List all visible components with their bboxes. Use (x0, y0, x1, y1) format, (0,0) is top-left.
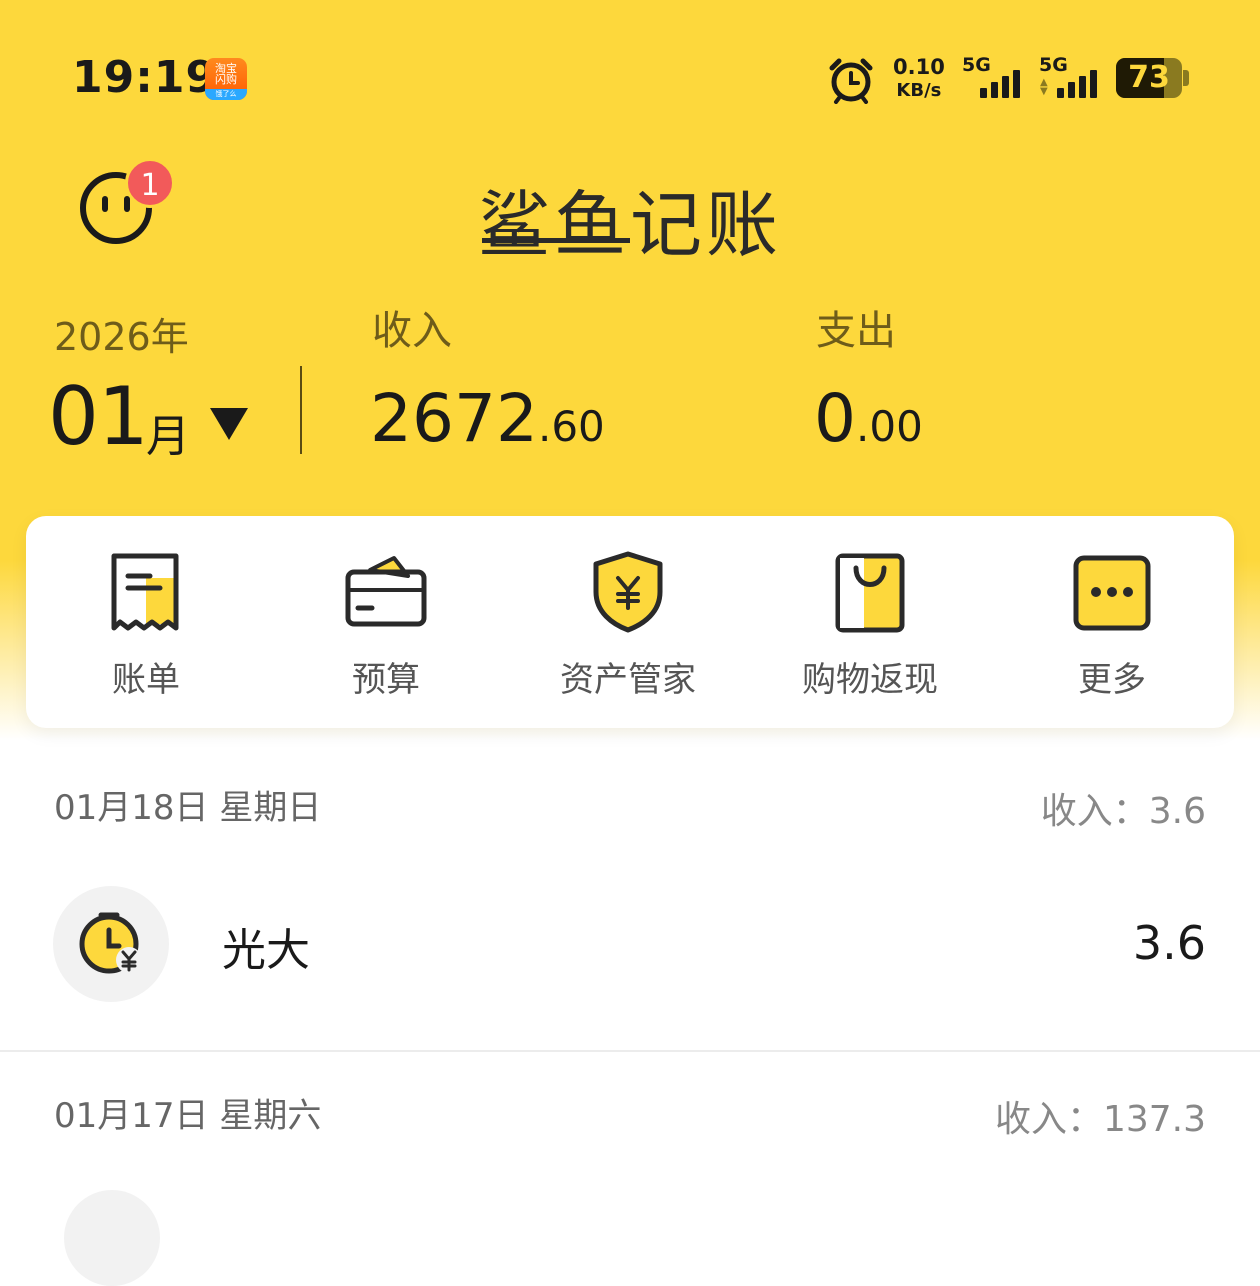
menu-label-bill: 账单 (112, 660, 180, 700)
transaction-amount: 3.6 (1132, 916, 1206, 970)
shopping-bag-icon (835, 553, 905, 633)
more-icon (1073, 555, 1151, 631)
transaction-name: 光大 (222, 925, 310, 976)
clock-yen-icon (53, 886, 169, 1002)
taobao-notification-icon: 淘宝 闪购 饿了么 (205, 58, 247, 100)
bill-icon (111, 553, 179, 631)
menu-item-bill[interactable]: 账单 (26, 550, 266, 701)
month-selector[interactable]: 01 (48, 370, 149, 463)
menu-label-more: 更多 (1078, 660, 1146, 700)
title-underline (482, 238, 630, 243)
menu-label-budget: 预算 (352, 660, 420, 700)
year-label: 2026年 (54, 315, 189, 359)
menu-item-assets[interactable]: 资产管家 (508, 550, 748, 701)
app-title: 鲨鱼记账 (478, 183, 783, 267)
day-summary: 收入：137.3 (994, 1099, 1206, 1140)
income-label: 收入 (372, 308, 452, 354)
menu-item-budget[interactable]: 预算 (266, 550, 506, 701)
menu-label-shopping: 购物返现 (802, 660, 938, 700)
shield-yen-icon (593, 551, 663, 633)
quick-menu-card: 账单 预算 资产管家 购物返现 更多 (26, 516, 1234, 728)
income-value: 2672.60 (370, 380, 605, 457)
summary-divider (300, 366, 302, 454)
signal-icon-sim2: 5G ▲ ▼ (1039, 54, 1109, 100)
income-decimal: .60 (537, 402, 605, 451)
menu-item-more[interactable]: 更多 (992, 550, 1232, 701)
battery-tip (1183, 70, 1189, 86)
expense-integer: 0 (814, 380, 856, 457)
expense-label: 支出 (816, 308, 896, 354)
taobao-badge-bottom: 饿了么 (205, 89, 247, 100)
menu-label-assets: 资产管家 (560, 660, 696, 700)
day-date: 01月18日 星期日 (54, 788, 322, 828)
expense-decimal: .00 (856, 402, 923, 451)
network-speed-value: 0.10 (893, 55, 945, 79)
expense-value: 0.00 (814, 380, 923, 457)
status-time: 19:19 (72, 52, 218, 103)
network-speed-unit: KB/s (896, 80, 942, 101)
day-date: 01月17日 星期六 (54, 1096, 322, 1136)
transaction-icon (64, 1190, 160, 1286)
wallet-icon (345, 556, 427, 627)
battery-icon: 73 (1116, 58, 1182, 98)
income-integer: 2672 (370, 380, 538, 457)
alarm-icon (829, 58, 873, 104)
network-speed: 0.10 KB/s (893, 55, 945, 103)
battery-percent: 73 (1128, 60, 1170, 95)
dropdown-arrow-icon[interactable] (210, 408, 248, 440)
month-unit: 月 (146, 411, 190, 462)
day-summary: 收入：3.6 (1040, 791, 1206, 832)
row-divider (0, 1050, 1260, 1052)
notification-badge: 1 (125, 158, 175, 208)
taobao-badge-mid: 闪购 (215, 73, 237, 86)
menu-item-shopping[interactable]: 购物返现 (750, 550, 990, 701)
signal-icon-sim1: 5G (962, 54, 1032, 100)
transaction-row[interactable]: 光大 3.6 (0, 866, 1260, 1032)
